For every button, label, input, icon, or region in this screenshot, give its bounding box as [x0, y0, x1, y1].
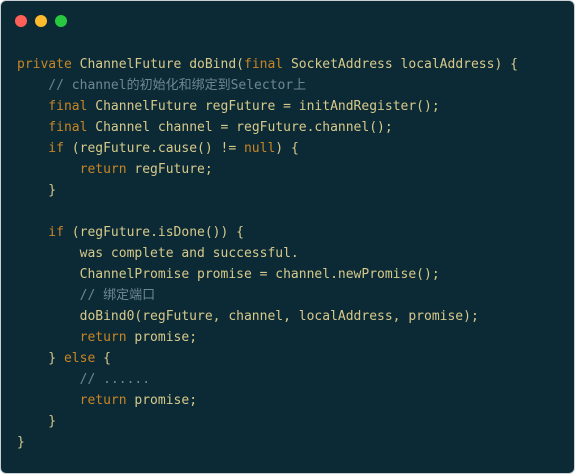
code-text: doBind0(regFuture, channel, localAddress…	[17, 309, 479, 324]
code-line: final Channel channel = regFuture.channe…	[17, 117, 518, 138]
code-line: was complete and successful.	[17, 243, 518, 264]
code-line: }	[17, 180, 518, 201]
minimize-button-icon[interactable]	[35, 15, 47, 27]
code-line: // ......	[17, 369, 518, 390]
code-text: (regFuture.cause() !=	[71, 141, 244, 156]
code-keyword: return	[17, 330, 135, 345]
code-keyword: final	[244, 57, 291, 72]
code-keyword: else	[63, 351, 104, 366]
code-text: ChannelFuture doBind(	[79, 57, 244, 72]
code-line: final ChannelFuture regFuture = initAndR…	[17, 96, 518, 117]
code-line: // 绑定端口	[17, 285, 518, 306]
code-text: ChannelPromise promise = channel.newProm…	[17, 267, 440, 282]
code-block: private ChannelFuture doBind(final Socke…	[17, 54, 518, 453]
code-line: }	[17, 432, 518, 453]
code-text: promise;	[134, 330, 198, 345]
code-line: }	[17, 411, 518, 432]
code-keyword: private	[17, 57, 80, 72]
code-line: return promise;	[17, 327, 518, 348]
code-line: private ChannelFuture doBind(final Socke…	[17, 54, 518, 75]
code-keyword: if	[17, 141, 72, 156]
code-text: was complete and successful.	[17, 246, 299, 261]
code-line: return regFuture;	[17, 159, 518, 180]
code-text: {	[103, 351, 111, 366]
code-comment: // channel的初始化和绑定到Selector上	[17, 78, 307, 93]
code-text: SocketAddress localAddress) {	[290, 57, 518, 72]
code-text: }	[17, 351, 64, 366]
code-keyword: return	[17, 162, 135, 177]
code-text: }	[17, 183, 57, 198]
code-line: return promise;	[17, 390, 518, 411]
code-line: } else {	[17, 348, 518, 369]
code-keyword: final	[17, 99, 96, 114]
code-text: Channel channel = regFuture.channel();	[95, 120, 393, 135]
code-keyword: return	[17, 393, 135, 408]
code-text: ChannelFuture regFuture = initAndRegiste…	[95, 99, 440, 114]
code-text: promise;	[134, 393, 198, 408]
maximize-button-icon[interactable]	[55, 15, 67, 27]
code-line: ChannelPromise promise = channel.newProm…	[17, 264, 518, 285]
code-window: private ChannelFuture doBind(final Socke…	[0, 0, 575, 474]
code-keyword: if	[17, 225, 72, 240]
code-line: if (regFuture.cause() != null) {	[17, 138, 518, 159]
code-line: doBind0(regFuture, channel, localAddress…	[17, 306, 518, 327]
close-button-icon[interactable]	[15, 15, 27, 27]
code-text: regFuture;	[134, 162, 213, 177]
code-line: if (regFuture.isDone()) {	[17, 222, 518, 243]
code-comment: // 绑定端口	[17, 288, 156, 303]
code-text: }	[17, 435, 25, 450]
code-line: // channel的初始化和绑定到Selector上	[17, 75, 518, 96]
code-keyword: final	[17, 120, 96, 135]
code-keyword: null	[243, 141, 276, 156]
code-text: ) {	[275, 141, 299, 156]
window-controls	[15, 15, 67, 27]
code-text: (regFuture.isDone()) {	[71, 225, 244, 240]
code-text: }	[17, 414, 57, 429]
code-comment: // ......	[17, 372, 151, 387]
